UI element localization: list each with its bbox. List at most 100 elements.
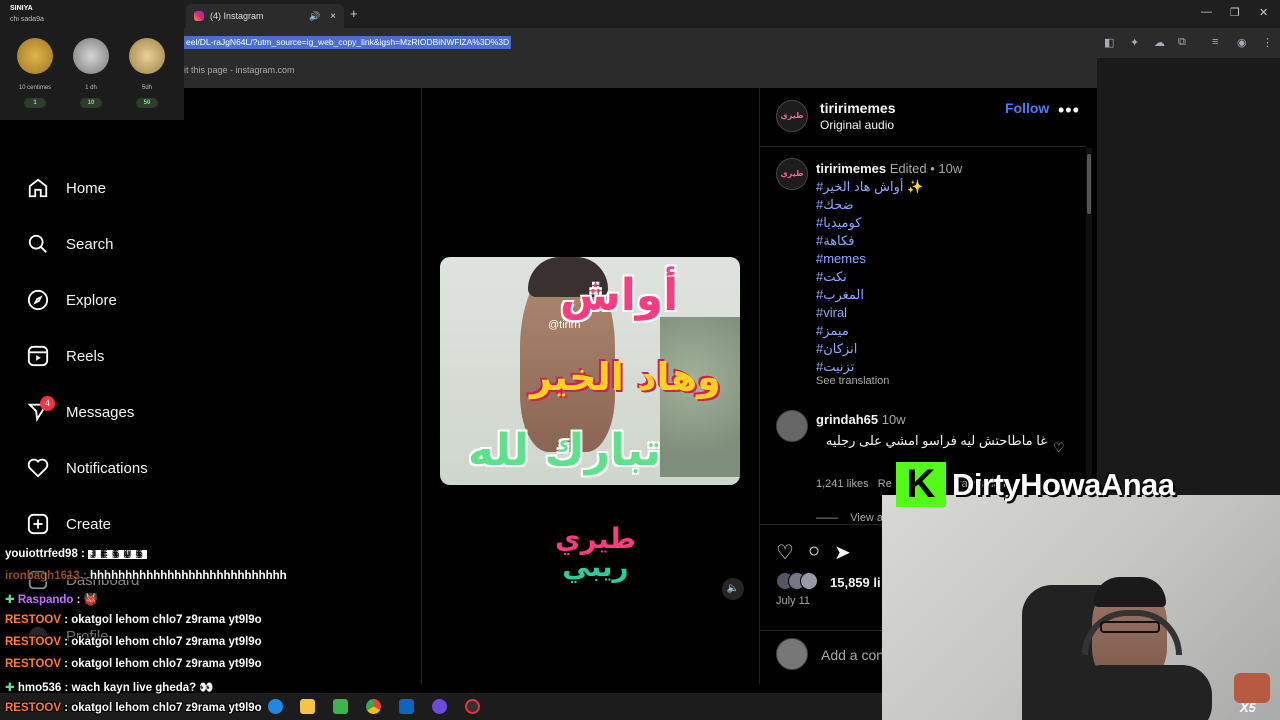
author-username[interactable]: tiririmemes xyxy=(820,100,895,116)
chat-user: RESTOOV xyxy=(5,636,62,648)
divider xyxy=(760,630,882,631)
restore-icon[interactable]: ❐ xyxy=(1230,6,1240,19)
caption-author[interactable]: tiririmemes xyxy=(816,161,886,176)
edge-icon[interactable] xyxy=(268,699,283,714)
hashtag[interactable]: #memes xyxy=(816,250,923,268)
compass-icon xyxy=(26,288,50,312)
close-window-icon[interactable]: ✕ xyxy=(1259,6,1268,19)
messages-badge: 4 xyxy=(40,396,55,411)
nav-label: Search xyxy=(66,235,114,253)
chrome-icon[interactable] xyxy=(366,699,381,714)
author-avatar[interactable]: طيري xyxy=(776,100,808,132)
speaker-icon[interactable]: 🔊 xyxy=(309,11,320,22)
hashtag[interactable]: #ضحك xyxy=(816,196,923,214)
nav-notifications[interactable]: Notifications xyxy=(26,456,148,480)
outlook-icon[interactable] xyxy=(399,699,414,714)
multiplier-label: X5 xyxy=(1240,700,1256,715)
more-options-icon[interactable]: ••• xyxy=(1058,100,1080,121)
coin-count: 1 xyxy=(24,98,46,108)
caption-avatar[interactable]: طيري xyxy=(776,158,808,190)
add-comment-input[interactable]: Add a con xyxy=(821,647,884,663)
extension-icon[interactable]: ✦ xyxy=(1130,36,1139,49)
like-icon[interactable]: ♡ xyxy=(776,540,794,565)
follow-button[interactable]: Follow xyxy=(1005,100,1049,116)
comment-age: 10w xyxy=(881,412,906,427)
puzzle-icon[interactable]: ⧉ xyxy=(1178,36,1186,49)
coin-count: 10 xyxy=(80,98,102,108)
chat-message: ✚ hmo536 : wach kayn live gheda? 👀 xyxy=(5,682,214,694)
commenter-avatar[interactable] xyxy=(776,410,808,442)
coin-overlay-subtitle: chi sada9a xyxy=(10,16,44,23)
url-dropdown-text[interactable]: it this page - instagram.com xyxy=(184,65,295,75)
chat-message: ironbagh1613 : hhhhhhhhhhhhhhhhhhhhhhhhh… xyxy=(5,570,287,582)
streamer-arm xyxy=(1072,665,1212,720)
nav-explore[interactable]: Explore xyxy=(26,288,117,312)
home-icon xyxy=(26,176,50,200)
coin-label: 10 centimes xyxy=(18,85,52,91)
comment-username[interactable]: grindah65 10w xyxy=(816,412,906,427)
view-replies-text[interactable]: View a xyxy=(850,512,883,524)
reading-list-icon[interactable]: ≡ xyxy=(1212,36,1218,48)
likes-count[interactable]: 15,859 li xyxy=(830,575,881,590)
kick-channel-banner: K DirtyHowaAnaa xyxy=(896,462,1175,507)
caption-username[interactable]: tiririmemes Edited • 10w xyxy=(816,161,962,176)
see-translation-link[interactable]: See translation xyxy=(816,375,889,387)
hashtag[interactable]: #المغرب xyxy=(816,286,923,304)
separator-dot: • xyxy=(930,161,935,176)
hashtag[interactable]: #انزكان xyxy=(816,340,923,358)
comment-user[interactable]: grindah65 xyxy=(816,412,878,427)
hashtag[interactable]: #فكاهة xyxy=(816,232,923,250)
obs-icon[interactable] xyxy=(465,699,480,714)
logo-line-bottom: ريبي xyxy=(562,550,629,583)
caption-first-line[interactable]: #أواش هاد الخير ✨ xyxy=(816,178,923,196)
audio-label[interactable]: Original audio xyxy=(820,118,894,132)
share-icon[interactable]: ➤ xyxy=(834,540,851,565)
address-bar-url[interactable]: eel/DL-raJgN64L/?utm_source=ig_web_copy_… xyxy=(184,36,512,49)
store-icon[interactable] xyxy=(333,699,348,714)
video-caption-line3: تبارك لله xyxy=(468,425,662,476)
coin-label: 1 dh xyxy=(85,85,97,91)
chat-text: wach kayn live gheda? 👀 xyxy=(71,682,214,694)
hashtag[interactable]: #نكت xyxy=(816,268,923,286)
hashtag[interactable]: #ميمز xyxy=(816,322,923,340)
comment-like-icon[interactable]: ♡ xyxy=(1053,440,1065,456)
chat-message: RESTOOV : okatgol lehom chlo7 z9rama yt9… xyxy=(5,702,262,714)
video-caption-line1: أواش xyxy=(560,270,679,321)
kick-logo-icon: K xyxy=(896,462,946,507)
nav-reels[interactable]: Reels xyxy=(26,344,104,368)
menu-icon[interactable]: ⋮ xyxy=(1262,36,1273,49)
hashtag[interactable]: #تزنيت xyxy=(816,358,923,376)
translate-icon[interactable]: ◧ xyxy=(1104,36,1114,49)
coin-count: 50 xyxy=(136,98,158,108)
nav-label: Messages xyxy=(66,403,135,421)
url-dropdown xyxy=(184,58,1097,88)
chat-text: J E S U S xyxy=(88,550,147,559)
mute-icon[interactable]: 🔈 xyxy=(722,578,744,600)
profile-icon[interactable]: ◉ xyxy=(1237,36,1247,49)
nav-create[interactable]: Create xyxy=(26,512,111,536)
reply-link[interactable]: Re xyxy=(878,478,892,490)
nav-home[interactable]: Home xyxy=(26,176,106,200)
tab-instagram[interactable]: (4) Instagram 🔊 × xyxy=(186,4,344,28)
channel-logo: طيري ريبي xyxy=(555,525,636,581)
chat-user: Raspando xyxy=(17,594,74,606)
hashtag[interactable]: #كوميديا xyxy=(816,214,923,232)
new-tab-button[interactable]: + xyxy=(350,6,358,21)
current-user-avatar xyxy=(776,638,808,670)
file-explorer-icon[interactable] xyxy=(300,699,315,714)
comment-icon[interactable]: ○ xyxy=(808,540,820,565)
minimize-icon[interactable]: — xyxy=(1201,6,1212,18)
chat-text: okatgol lehom chlo7 z9rama yt9l9o xyxy=(71,702,262,714)
hashtag[interactable]: #viral xyxy=(816,304,923,322)
scrollbar-thumb[interactable] xyxy=(1087,154,1091,214)
view-replies-link[interactable]: —— View a xyxy=(816,512,883,524)
chat-message: RESTOOV : okatgol lehom chlo7 z9rama yt9… xyxy=(5,636,262,648)
comment-likes[interactable]: 1,241 likes xyxy=(816,478,869,490)
chat-sep: : xyxy=(73,594,84,606)
discord-icon[interactable] xyxy=(432,699,447,714)
chat-text: okatgol lehom chlo7 z9rama yt9l9o xyxy=(71,614,262,626)
close-tab-icon[interactable]: × xyxy=(330,11,336,22)
cloud-icon[interactable]: ☁ xyxy=(1154,36,1165,49)
nav-label: Explore xyxy=(66,291,117,309)
nav-search[interactable]: Search xyxy=(26,232,114,256)
